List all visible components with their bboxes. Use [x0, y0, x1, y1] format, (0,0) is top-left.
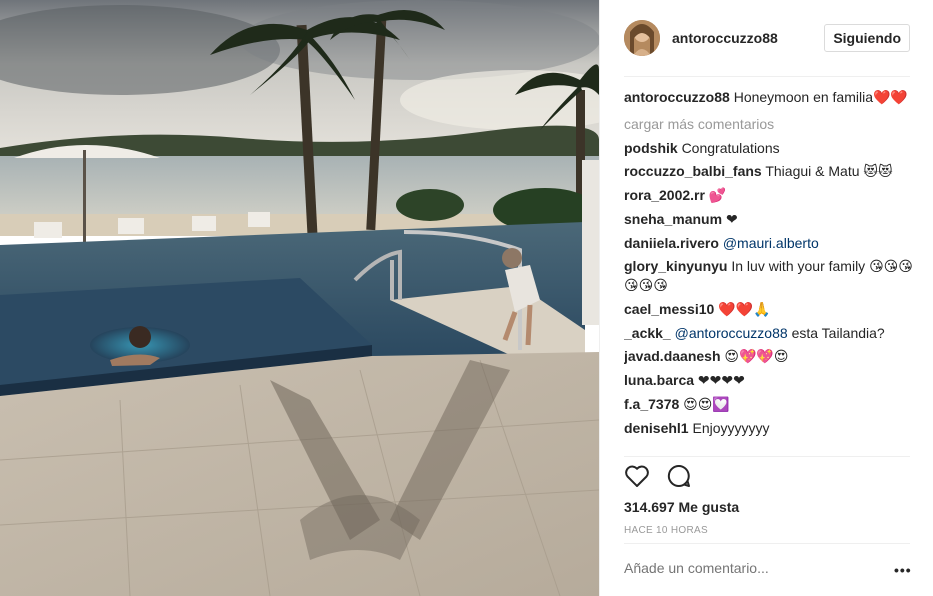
comment-username[interactable]: rora_2002.rr [624, 187, 705, 203]
comment-username[interactable]: javad.daanesh [624, 348, 721, 364]
comment-username[interactable]: podshik [624, 140, 678, 156]
caption-emoji: ❤️❤️ [873, 90, 908, 106]
comment-username[interactable]: _ackk_ [624, 325, 671, 341]
comment-text: Enjoyyyyyyy [692, 420, 770, 436]
header-username[interactable]: antoroccuzzo88 [672, 30, 778, 46]
comment-username[interactable]: f.a_7378 [624, 396, 679, 412]
comment-emoji: 😻😻 [863, 164, 893, 180]
comment-text: Thiagui & Matu [765, 163, 860, 179]
post-header: antoroccuzzo88 Siguiendo [624, 16, 910, 60]
comment-emoji: ❤ [725, 212, 738, 228]
pool-photo-illustration [0, 0, 599, 596]
comment-item: rora_2002.rr 💕 [624, 186, 914, 205]
divider [624, 543, 910, 544]
comment-mention-link[interactable]: @antoroccuzzo88 [675, 325, 788, 341]
avatar[interactable] [624, 20, 660, 56]
comment-item: _ackk_ @antoroccuzzo88 esta Tailandia? [624, 324, 914, 342]
comment-username[interactable]: cael_messi10 [624, 301, 714, 317]
add-comment-input[interactable] [624, 560, 874, 576]
comment-emoji: ❤❤❤❤ [697, 373, 745, 389]
comment-item: luna.barca ❤❤❤❤ [624, 371, 914, 390]
divider [624, 456, 910, 457]
caption-text: Honeymoon en familia [733, 89, 873, 105]
post-timestamp[interactable]: HACE 10 HORAS [624, 525, 708, 536]
comment-bubble-icon[interactable] [666, 463, 692, 494]
post-photo[interactable] [0, 0, 599, 596]
likes-count[interactable]: 314.697 Me gusta [624, 499, 739, 515]
comments-list: antoroccuzzo88 Honeymoon en familia❤️❤️ … [624, 88, 914, 456]
comment-mention-link[interactable]: @mauri.alberto [723, 235, 819, 251]
comment-text: In luv with your family [731, 258, 866, 274]
post-actions [624, 464, 692, 492]
post-side-panel: antoroccuzzo88 Siguiendo antoroccuzzo88 … [599, 0, 933, 596]
comment-emoji: 💕 [708, 188, 727, 204]
divider [624, 76, 910, 77]
comment-username[interactable]: glory_kinyunyu [624, 258, 727, 274]
load-more-comments-link[interactable]: cargar más comentarios [624, 115, 914, 133]
comment-username[interactable]: denisehl1 [624, 420, 689, 436]
comment-emoji: 😍😍💟 [683, 397, 730, 413]
comment-item: javad.daanesh 😍💖💖😍 [624, 347, 914, 366]
caption: antoroccuzzo88 Honeymoon en familia❤️❤️ [624, 88, 914, 107]
comment-item: glory_kinyunyu In luv with your family 😘… [624, 257, 914, 295]
comment-username[interactable]: sneha_manum [624, 211, 722, 227]
following-button[interactable]: Siguiendo [824, 24, 910, 52]
comment-item: cael_messi10 ❤️❤️🙏 [624, 300, 914, 319]
comment-item: denisehl1 Enjoyyyyyyy [624, 419, 914, 437]
caption-username[interactable]: antoroccuzzo88 [624, 89, 730, 105]
more-options-icon[interactable]: ••• [894, 562, 912, 578]
comment-text: esta Tailandia? [791, 325, 885, 341]
comment-username[interactable]: luna.barca [624, 372, 694, 388]
comment-item: podshik Congratulations [624, 139, 914, 157]
heart-outline-icon[interactable] [624, 464, 650, 493]
comment-item: roccuzzo_balbi_fans Thiagui & Matu 😻😻 [624, 162, 914, 181]
comment-emoji: ❤️❤️🙏 [718, 302, 771, 318]
comment-emoji: 😍💖💖😍 [724, 349, 789, 365]
comment-item: daniiela.rivero @mauri.alberto [624, 234, 914, 252]
comment-item: f.a_7378 😍😍💟 [624, 395, 914, 414]
comment-username[interactable]: daniiela.rivero [624, 235, 719, 251]
avatar-image [624, 20, 660, 56]
comment-text: Congratulations [681, 140, 780, 156]
comment-username[interactable]: roccuzzo_balbi_fans [624, 163, 762, 179]
comment-item: sneha_manum ❤ [624, 210, 914, 229]
